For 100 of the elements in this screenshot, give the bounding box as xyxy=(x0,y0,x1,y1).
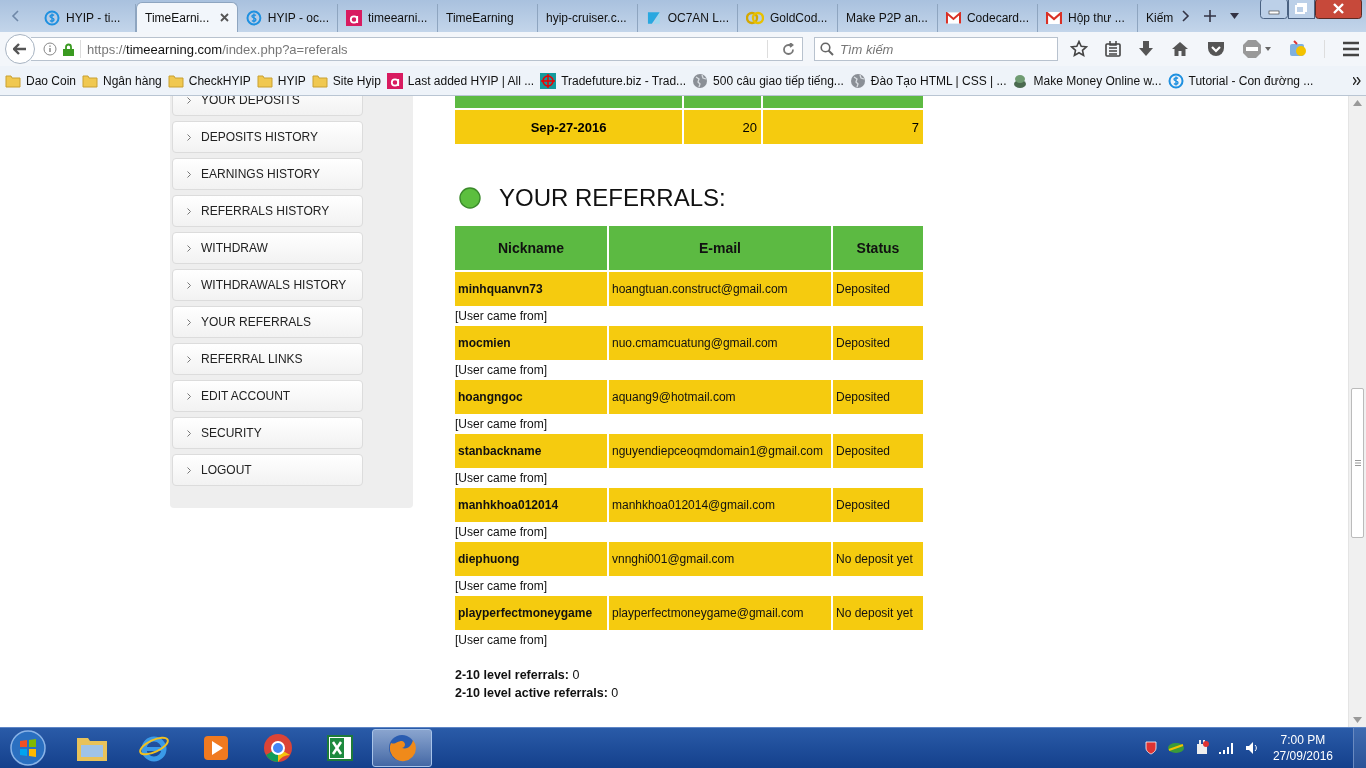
status-cell: Deposited xyxy=(833,380,923,414)
mail-icon xyxy=(946,12,961,24)
nickname-cell: minhquanvn73 xyxy=(455,272,607,306)
more-bookmarks-icon[interactable] xyxy=(1353,76,1361,85)
status-cell: Deposited xyxy=(833,326,923,360)
url-text: https://timeearning.com/index.php?a=referals xyxy=(87,41,349,57)
back-button[interactable] xyxy=(5,34,35,64)
sidebar-menu-item[interactable]: REFERRAL LINKS xyxy=(172,343,363,375)
adblock-icon[interactable] xyxy=(1241,39,1272,59)
chevron-right-icon xyxy=(187,133,191,141)
scroll-right-icon[interactable] xyxy=(1182,10,1190,22)
speaker-icon[interactable] xyxy=(1244,741,1259,755)
letter-a-logo-icon xyxy=(386,72,403,89)
bookmark-item[interactable]: CheckHYIP xyxy=(164,70,254,91)
info-icon[interactable] xyxy=(43,42,57,56)
scroll-thumb[interactable] xyxy=(1351,388,1364,538)
home-icon[interactable] xyxy=(1171,41,1190,57)
close-window-icon[interactable] xyxy=(1315,0,1362,19)
library-icon[interactable] xyxy=(1105,41,1122,57)
nickname-cell: mocmien xyxy=(455,326,607,360)
extension-icon[interactable] xyxy=(1288,40,1307,58)
bookmark-item[interactable]: Last added HYIP | All ... xyxy=(383,70,538,91)
chevron-right-icon xyxy=(187,244,191,252)
referral-source-text: [User came from] xyxy=(455,363,547,377)
column-header: Nickname xyxy=(455,226,607,270)
download-icon[interactable] xyxy=(1138,41,1155,57)
bookmark-item[interactable]: Make Money Online w... xyxy=(1009,70,1165,91)
email-cell: vnnghi001@gmail.com xyxy=(609,542,831,576)
start-button-icon[interactable] xyxy=(9,729,47,767)
sidebar-menu-item[interactable]: DEPOSITS HISTORY xyxy=(172,121,363,153)
address-bar[interactable]: https://timeearning.com/index.php?a=referals xyxy=(31,37,803,61)
maximize-icon[interactable] xyxy=(1288,0,1315,19)
close-tab-icon[interactable] xyxy=(220,13,229,22)
chevron-right-icon xyxy=(187,170,191,178)
bookmark-item[interactable]: Ngân hàng xyxy=(79,70,165,91)
sidebar-menu-item[interactable]: LOGOUT xyxy=(172,454,363,486)
chevron-right-icon xyxy=(187,318,191,326)
dropdown-icon[interactable] xyxy=(1230,13,1239,19)
arrow-logo-icon xyxy=(646,10,662,26)
nickname-cell: manhkhoa012014 xyxy=(455,488,607,522)
grip-icon xyxy=(1354,460,1361,466)
sidebar-menu-item[interactable]: SECURITY xyxy=(172,417,363,449)
bookmark-item[interactable]: Site Hyip xyxy=(308,70,384,91)
summary-text: 2-10 level active referrals: 0 xyxy=(455,685,620,702)
power-plug-icon[interactable] xyxy=(1194,740,1209,756)
bookmark-star-icon[interactable] xyxy=(1070,40,1088,58)
chrome-icon xyxy=(263,733,293,763)
summary-text: 2-10 level referrals: 0 xyxy=(455,667,581,684)
sidebar-menu-item[interactable]: WITHDRAWALS HISTORY xyxy=(172,269,363,301)
chevron-right-icon xyxy=(187,392,191,400)
nickname-cell: diephuong xyxy=(455,542,607,576)
dollar-circle-icon xyxy=(1167,72,1184,89)
nickname-cell: hoangngoc xyxy=(455,380,607,414)
email-cell: manhkhoa012014@gmail.com xyxy=(609,488,831,522)
sidebar-menu-item[interactable]: YOUR DEPOSITS xyxy=(172,96,363,116)
chevron-right-icon xyxy=(187,355,191,363)
table-cell: Sep-27-2016 xyxy=(455,110,683,144)
folder-icon xyxy=(167,72,184,89)
menu-icon[interactable] xyxy=(1342,41,1360,57)
scrollbar[interactable] xyxy=(1348,96,1366,727)
email-cell: nguyendiepceoqmdomain1@gmail.com xyxy=(609,434,831,468)
reload-icon[interactable] xyxy=(781,42,795,56)
section-heading: YOUR REFERRALS: xyxy=(499,184,726,212)
sidebar-menu-item[interactable]: EARNINGS HISTORY xyxy=(172,158,363,190)
signal-bars-icon[interactable] xyxy=(1218,742,1235,754)
bookmark-item[interactable]: Tutorial - Con đường ... xyxy=(1164,70,1317,91)
new-tab-icon[interactable] xyxy=(1204,10,1216,22)
bookmark-item[interactable]: Dao Coin xyxy=(2,70,80,91)
search-field[interactable]: Tìm kiếm xyxy=(814,37,1058,61)
chevron-right-icon xyxy=(187,466,191,474)
globe-icon xyxy=(849,72,866,89)
bookmark-item[interactable]: Đào Tạo HTML | CSS | ... xyxy=(846,70,1010,91)
sidebar-menu-item[interactable]: REFERRALS HISTORY xyxy=(172,195,363,227)
table-cell: 7 xyxy=(763,110,923,144)
clock[interactable]: 7:00 PM 27/09/2016 xyxy=(1272,732,1333,764)
sidebar-menu-item[interactable]: YOUR REFERRALS xyxy=(172,306,363,338)
nickname-cell: playperfectmoneygame xyxy=(455,596,607,630)
folder-icon xyxy=(5,72,21,89)
sidebar-menu-item[interactable]: EDIT ACCOUNT xyxy=(172,380,363,412)
referral-source-text: [User came from] xyxy=(455,309,547,323)
shield-icon[interactable] xyxy=(1144,741,1157,755)
time-text: 7:00 PM xyxy=(1280,732,1326,748)
chevron-right-icon xyxy=(187,207,191,215)
email-cell: aquang9@hotmail.com xyxy=(609,380,831,414)
referral-source-text: [User came from] xyxy=(455,579,547,593)
nickname-cell: stanbackname xyxy=(455,434,607,468)
pocket-icon[interactable] xyxy=(1206,41,1225,57)
bookmark-item[interactable]: Tradefuture.biz - Trad... xyxy=(537,70,690,91)
search-icon xyxy=(820,42,834,56)
bookmark-item[interactable]: HYIP xyxy=(253,70,309,91)
bookmark-item[interactable]: 500 câu giao tiếp tiếng... xyxy=(689,70,847,91)
mail-icon xyxy=(1046,12,1062,24)
minimize-icon[interactable] xyxy=(1260,0,1288,19)
email-cell: nuo.cmamcuatung@gmail.com xyxy=(609,326,831,360)
status-cell: Deposited xyxy=(833,488,923,522)
date-text: 27/09/2016 xyxy=(1272,748,1333,764)
browser-tab[interactable]: TimeEarni... xyxy=(136,2,238,32)
crosshair-icon xyxy=(540,72,557,89)
sidebar-menu-item[interactable]: WITHDRAW xyxy=(172,232,363,264)
folder-icon xyxy=(82,72,99,89)
